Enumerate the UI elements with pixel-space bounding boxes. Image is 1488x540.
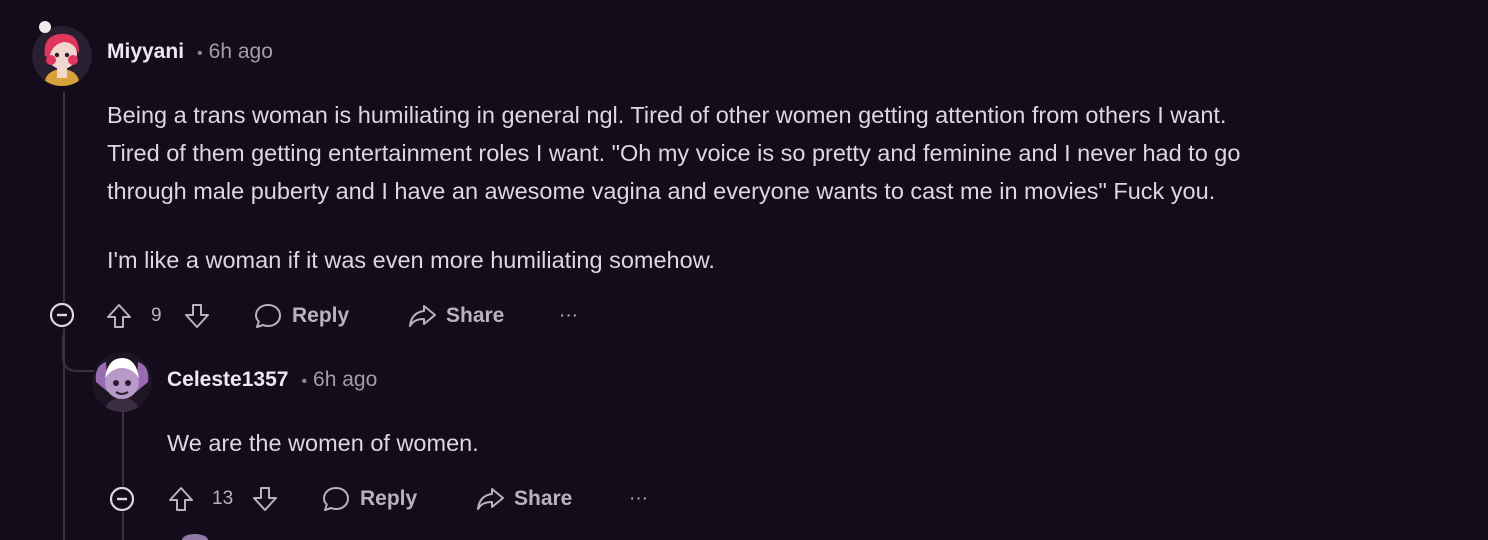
share-arrow-icon bbox=[409, 305, 436, 327]
more-options-button[interactable]: ··· bbox=[629, 479, 648, 519]
avatar-badge-icon bbox=[39, 21, 51, 33]
timestamp[interactable]: 6h ago bbox=[209, 40, 273, 64]
reply-label: Reply bbox=[292, 304, 350, 327]
downvote-button[interactable] bbox=[251, 479, 279, 519]
avatar-pink-hair-icon bbox=[32, 26, 92, 86]
comment-actions: 9 Reply Share ··· bbox=[105, 296, 605, 336]
more-options-button[interactable]: ··· bbox=[559, 296, 578, 336]
reply-button[interactable]: Reply bbox=[253, 296, 349, 336]
upvote-arrow-icon bbox=[107, 304, 131, 328]
avatar[interactable] bbox=[32, 26, 92, 86]
collapse-icon bbox=[49, 302, 75, 328]
comment-meta: Celeste1357 • 6h ago bbox=[167, 368, 377, 392]
next-reply-avatar-icon bbox=[182, 534, 208, 540]
comment-text-line: I'm like a woman if it was even more hum… bbox=[107, 247, 715, 273]
username[interactable]: Celeste1357 bbox=[167, 368, 288, 392]
thread-line-reply bbox=[122, 412, 124, 540]
avatar-purple-character-icon bbox=[92, 352, 152, 412]
separator-dot: • bbox=[197, 45, 203, 62]
comment-text-line: Tired of them getting entertainment role… bbox=[107, 140, 1241, 166]
share-label: Share bbox=[446, 304, 505, 327]
separator-dot: • bbox=[301, 373, 308, 390]
username[interactable]: Miyyani bbox=[107, 40, 184, 64]
upvote-button[interactable] bbox=[167, 479, 195, 519]
comment-meta: Miyyani • 6h ago bbox=[107, 40, 273, 64]
downvote-arrow-icon bbox=[185, 304, 209, 328]
avatar[interactable] bbox=[92, 352, 152, 412]
vote-count: 9 bbox=[151, 305, 162, 326]
collapse-button[interactable] bbox=[49, 302, 75, 328]
collapse-button[interactable] bbox=[109, 486, 135, 512]
more-options-icon: ··· bbox=[629, 488, 648, 509]
thread-connector bbox=[62, 335, 94, 372]
vote-count: 13 bbox=[212, 488, 234, 509]
share-button[interactable]: Share bbox=[407, 296, 504, 336]
reply-label: Reply bbox=[360, 487, 418, 510]
share-button[interactable]: Share bbox=[475, 479, 572, 519]
comment-text-line: through male puberty and I have an aweso… bbox=[107, 178, 1216, 204]
upvote-button[interactable] bbox=[105, 296, 133, 336]
comment-text-line: We are the women of women. bbox=[167, 430, 479, 456]
share-label: Share bbox=[514, 487, 573, 510]
downvote-button[interactable] bbox=[183, 296, 211, 336]
reply-bubble-icon bbox=[323, 487, 349, 511]
timestamp[interactable]: 6h ago bbox=[313, 368, 377, 392]
downvote-arrow-icon bbox=[253, 487, 277, 511]
share-arrow-icon bbox=[477, 488, 504, 510]
collapse-icon bbox=[109, 486, 135, 512]
comment-text-line: Being a trans woman is humiliating in ge… bbox=[107, 102, 1227, 128]
upvote-arrow-icon bbox=[169, 487, 193, 511]
reply-button[interactable]: Reply bbox=[321, 479, 417, 519]
more-options-icon: ··· bbox=[559, 305, 578, 326]
comment-actions: 13 Reply Share ··· bbox=[167, 479, 667, 519]
reply-bubble-icon bbox=[255, 304, 281, 328]
